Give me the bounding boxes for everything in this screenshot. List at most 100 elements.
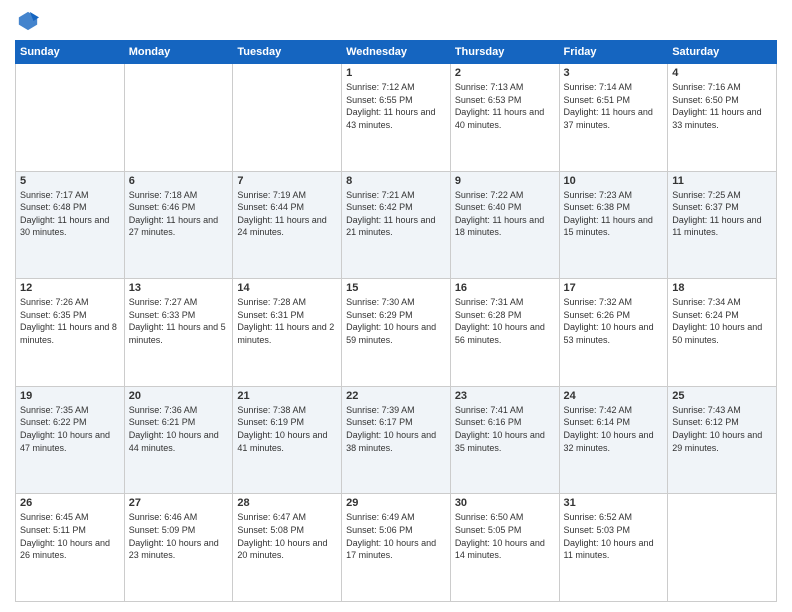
day-cell: 6 Sunrise: 7:18 AM Sunset: 6:46 PM Daylig… [124, 171, 233, 279]
day-info: Sunrise: 7:19 AM Sunset: 6:44 PM Dayligh… [237, 190, 326, 238]
day-number: 7 [237, 175, 337, 187]
day-cell: 23Sunrise: 7:41 AM Sunset: 6:16 PM Dayli… [450, 386, 559, 494]
day-number: 10 [564, 175, 664, 187]
day-number: 27 [129, 497, 229, 509]
logo [15, 10, 39, 32]
day-number: 9 [455, 175, 555, 187]
week-row-3: 19 Sunrise: 7:35 AM Sunset: 6:22 PM Dayli… [16, 386, 777, 494]
day-info: Sunrise: 7:18 AM Sunset: 6:46 PM Dayligh… [129, 190, 218, 238]
day-info: Sunrise: 7:34 AM Sunset: 6:24 PM Dayligh… [672, 297, 762, 345]
day-info: Sunrise: 7:16 AM Sunset: 6:50 PM Dayligh… [672, 82, 761, 130]
day-cell: 20 Sunrise: 7:36 AM Sunset: 6:21 PM Dayli… [124, 386, 233, 494]
day-info: Sunrise: 6:49 AM Sunset: 5:06 PM Dayligh… [346, 512, 436, 560]
day-info: Sunrise: 7:22 AM Sunset: 6:40 PM Dayligh… [455, 190, 544, 238]
day-number: 19 [20, 390, 120, 402]
day-cell: 2Sunrise: 7:13 AM Sunset: 6:53 PM Daylig… [450, 64, 559, 172]
day-cell: 17 Sunrise: 7:32 AM Sunset: 6:26 PM Dayli… [559, 279, 668, 387]
weekday-header-monday: Monday [124, 41, 233, 64]
day-number: 2 [455, 67, 555, 79]
day-info: Sunrise: 7:43 AM Sunset: 6:12 PM Dayligh… [672, 405, 762, 453]
day-number: 14 [237, 282, 337, 294]
day-info: Sunrise: 7:12 AM Sunset: 6:55 PM Dayligh… [346, 82, 435, 130]
day-cell: 13 Sunrise: 7:27 AM Sunset: 6:33 PM Dayli… [124, 279, 233, 387]
day-number: 16 [455, 282, 555, 294]
page: SundayMondayTuesdayWednesdayThursdayFrid… [0, 0, 792, 612]
day-number: 6 [129, 175, 229, 187]
day-number: 22 [346, 390, 446, 402]
day-cell [124, 64, 233, 172]
day-number: 11 [672, 175, 772, 187]
day-cell: 18 Sunrise: 7:34 AM Sunset: 6:24 PM Dayli… [668, 279, 777, 387]
day-cell: 14 Sunrise: 7:28 AM Sunset: 6:31 PM Dayli… [233, 279, 342, 387]
day-info: Sunrise: 7:23 AM Sunset: 6:38 PM Dayligh… [564, 190, 653, 238]
day-cell: 9 Sunrise: 7:22 AM Sunset: 6:40 PM Daylig… [450, 171, 559, 279]
day-info: Sunrise: 6:46 AM Sunset: 5:09 PM Dayligh… [129, 512, 219, 560]
day-cell: 21 Sunrise: 7:38 AM Sunset: 6:19 PM Dayli… [233, 386, 342, 494]
day-cell: 12 Sunrise: 7:26 AM Sunset: 6:35 PM Dayli… [16, 279, 125, 387]
day-cell: 10 Sunrise: 7:23 AM Sunset: 6:38 PM Dayli… [559, 171, 668, 279]
day-info: Sunrise: 7:42 AM Sunset: 6:14 PM Dayligh… [564, 405, 654, 453]
week-row-2: 12 Sunrise: 7:26 AM Sunset: 6:35 PM Dayli… [16, 279, 777, 387]
day-cell: 19 Sunrise: 7:35 AM Sunset: 6:22 PM Dayli… [16, 386, 125, 494]
day-info: Sunrise: 7:41 AM Sunset: 6:16 PM Dayligh… [455, 405, 545, 453]
week-row-4: 26 Sunrise: 6:45 AM Sunset: 5:11 PM Dayli… [16, 494, 777, 602]
logo-icon [17, 10, 39, 32]
day-info: Sunrise: 7:31 AM Sunset: 6:28 PM Dayligh… [455, 297, 545, 345]
weekday-header-thursday: Thursday [450, 41, 559, 64]
day-cell: 30Sunrise: 6:50 AM Sunset: 5:05 PM Dayli… [450, 494, 559, 602]
day-number: 15 [346, 282, 446, 294]
day-cell: 3Sunrise: 7:14 AM Sunset: 6:51 PM Daylig… [559, 64, 668, 172]
day-info: Sunrise: 7:36 AM Sunset: 6:21 PM Dayligh… [129, 405, 219, 453]
day-number: 30 [455, 497, 555, 509]
day-cell [16, 64, 125, 172]
day-cell: 24 Sunrise: 7:42 AM Sunset: 6:14 PM Dayli… [559, 386, 668, 494]
day-cell: 27 Sunrise: 6:46 AM Sunset: 5:09 PM Dayli… [124, 494, 233, 602]
weekday-header-sunday: Sunday [16, 41, 125, 64]
day-cell: 8Sunrise: 7:21 AM Sunset: 6:42 PM Daylig… [342, 171, 451, 279]
day-number: 26 [20, 497, 120, 509]
day-info: Sunrise: 7:26 AM Sunset: 6:35 PM Dayligh… [20, 297, 117, 345]
weekday-header-friday: Friday [559, 41, 668, 64]
day-number: 25 [672, 390, 772, 402]
day-number: 24 [564, 390, 664, 402]
day-cell: 11 Sunrise: 7:25 AM Sunset: 6:37 PM Dayli… [668, 171, 777, 279]
day-cell: 28Sunrise: 6:47 AM Sunset: 5:08 PM Dayli… [233, 494, 342, 602]
day-info: Sunrise: 7:38 AM Sunset: 6:19 PM Dayligh… [237, 405, 327, 453]
day-info: Sunrise: 6:47 AM Sunset: 5:08 PM Dayligh… [237, 512, 327, 560]
day-number: 1 [346, 67, 446, 79]
day-number: 5 [20, 175, 120, 187]
day-cell: 5Sunrise: 7:17 AM Sunset: 6:48 PM Daylig… [16, 171, 125, 279]
day-info: Sunrise: 7:32 AM Sunset: 6:26 PM Dayligh… [564, 297, 654, 345]
day-info: Sunrise: 7:25 AM Sunset: 6:37 PM Dayligh… [672, 190, 761, 238]
day-number: 17 [564, 282, 664, 294]
day-info: Sunrise: 6:52 AM Sunset: 5:03 PM Dayligh… [564, 512, 654, 560]
day-cell: 16 Sunrise: 7:31 AM Sunset: 6:28 PM Dayli… [450, 279, 559, 387]
day-cell: 25 Sunrise: 7:43 AM Sunset: 6:12 PM Dayli… [668, 386, 777, 494]
day-cell: 26 Sunrise: 6:45 AM Sunset: 5:11 PM Dayli… [16, 494, 125, 602]
day-cell: 15 Sunrise: 7:30 AM Sunset: 6:29 PM Dayli… [342, 279, 451, 387]
day-cell: 29 Sunrise: 6:49 AM Sunset: 5:06 PM Dayli… [342, 494, 451, 602]
day-info: Sunrise: 6:45 AM Sunset: 5:11 PM Dayligh… [20, 512, 110, 560]
day-info: Sunrise: 7:28 AM Sunset: 6:31 PM Dayligh… [237, 297, 334, 345]
day-number: 4 [672, 67, 772, 79]
day-number: 29 [346, 497, 446, 509]
day-cell: 4 Sunrise: 7:16 AM Sunset: 6:50 PM Daylig… [668, 64, 777, 172]
day-cell: 1 Sunrise: 7:12 AM Sunset: 6:55 PM Daylig… [342, 64, 451, 172]
day-info: Sunrise: 7:27 AM Sunset: 6:33 PM Dayligh… [129, 297, 226, 345]
week-row-0: 1 Sunrise: 7:12 AM Sunset: 6:55 PM Daylig… [16, 64, 777, 172]
day-info: Sunrise: 7:35 AM Sunset: 6:22 PM Dayligh… [20, 405, 110, 453]
day-cell: 31Sunrise: 6:52 AM Sunset: 5:03 PM Dayli… [559, 494, 668, 602]
day-number: 12 [20, 282, 120, 294]
day-number: 21 [237, 390, 337, 402]
day-number: 13 [129, 282, 229, 294]
day-cell [233, 64, 342, 172]
day-number: 20 [129, 390, 229, 402]
weekday-header-row: SundayMondayTuesdayWednesdayThursdayFrid… [16, 41, 777, 64]
day-info: Sunrise: 7:14 AM Sunset: 6:51 PM Dayligh… [564, 82, 653, 130]
day-info: Sunrise: 7:30 AM Sunset: 6:29 PM Dayligh… [346, 297, 436, 345]
day-info: Sunrise: 7:21 AM Sunset: 6:42 PM Dayligh… [346, 190, 435, 238]
day-number: 18 [672, 282, 772, 294]
header [15, 10, 777, 32]
weekday-header-wednesday: Wednesday [342, 41, 451, 64]
calendar-table: SundayMondayTuesdayWednesdayThursdayFrid… [15, 40, 777, 602]
